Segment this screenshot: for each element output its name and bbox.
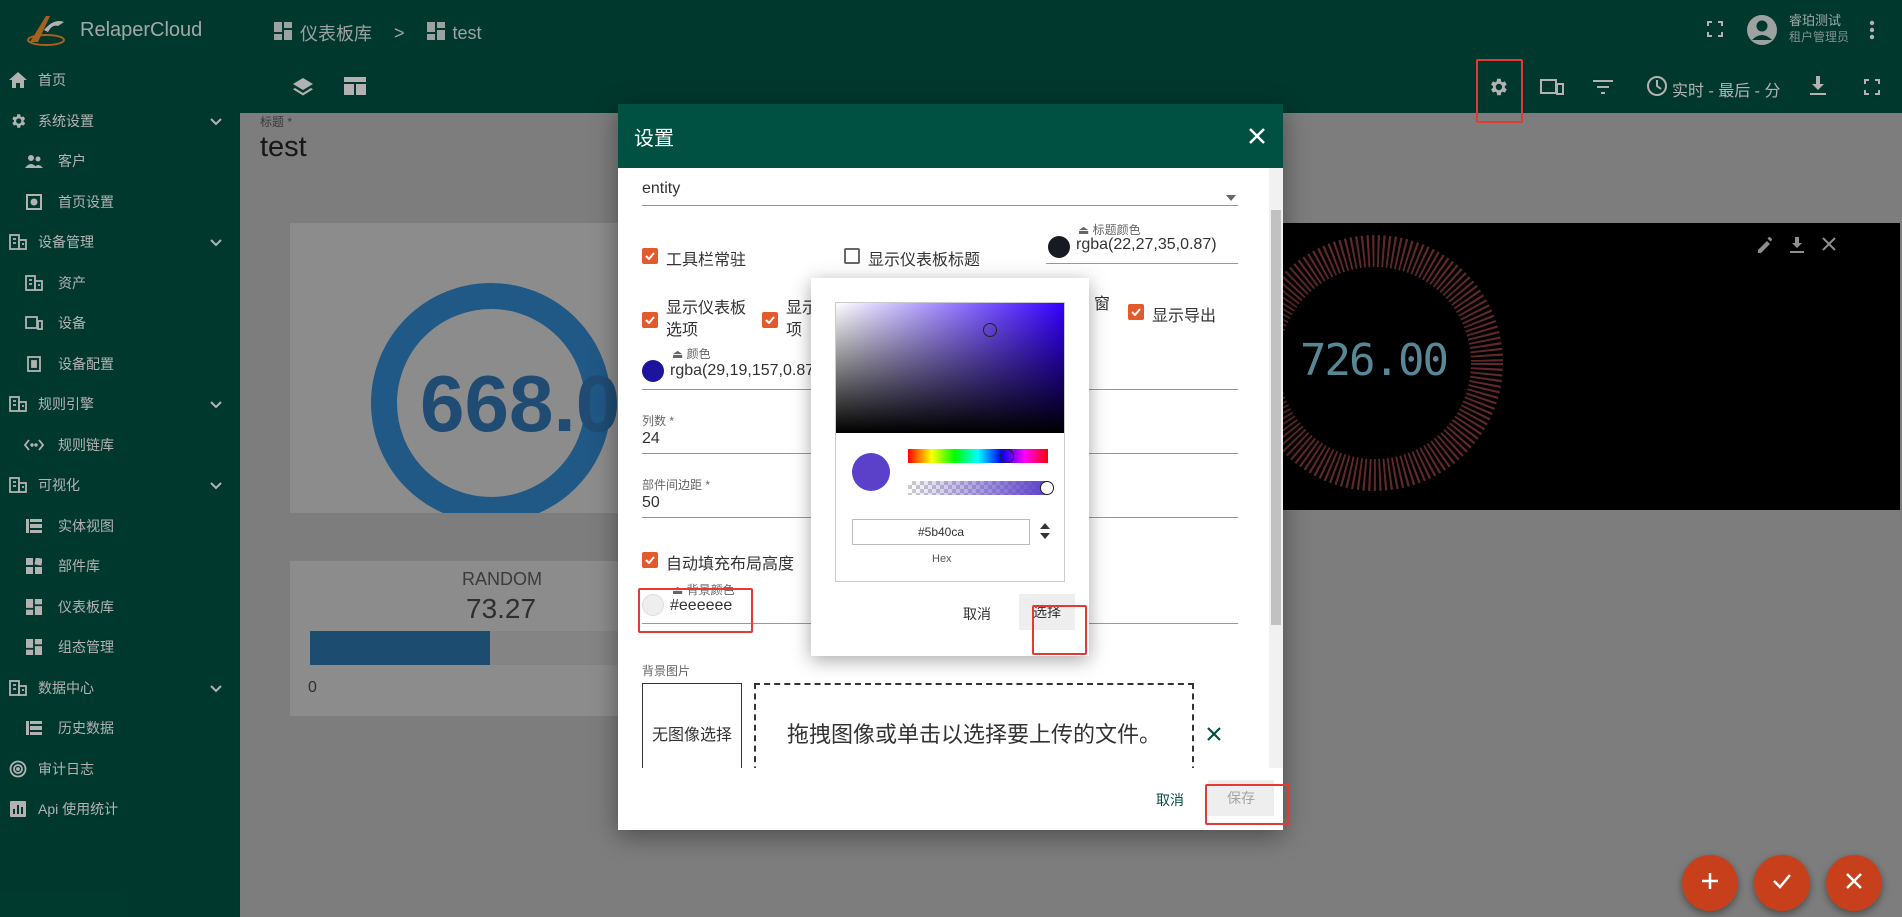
format-toggle-icon[interactable] bbox=[1040, 523, 1050, 544]
checkbox-label: 窗 bbox=[1094, 296, 1111, 313]
dialog-title: 设置 bbox=[634, 127, 674, 150]
checkbox-show-other[interactable]: 显示项 bbox=[762, 298, 818, 342]
checkbox-label-line1: 显示仪表板 bbox=[666, 300, 747, 317]
checkbox-label: 工具栏常驻 bbox=[666, 252, 747, 269]
color-value[interactable]: rgba(29,19,157,0.87) bbox=[670, 362, 819, 380]
title-color-underline bbox=[1046, 263, 1238, 264]
apply-changes-fab[interactable] bbox=[1754, 855, 1810, 911]
close-icon[interactable] bbox=[1245, 124, 1269, 148]
discard-changes-fab[interactable] bbox=[1826, 855, 1882, 911]
check-icon bbox=[642, 248, 658, 264]
highlight-bg-color bbox=[638, 588, 753, 633]
dialog-footer: 取消 保存 bbox=[618, 768, 1283, 830]
checkbox-autofill-height[interactable]: 自动填充布局高度 bbox=[642, 550, 794, 574]
close-icon bbox=[1845, 872, 1863, 895]
color-label-text: 颜色 bbox=[686, 347, 711, 361]
checkbox-show-export[interactable]: 显示导出 bbox=[1128, 302, 1216, 326]
alpha-handle[interactable] bbox=[1040, 481, 1054, 495]
columns-label: 列数 * bbox=[642, 414, 675, 428]
checkbox-label-line2: 项 bbox=[786, 322, 803, 339]
checkbox-show-options[interactable]: 显示仪表板 选项 bbox=[642, 298, 746, 342]
checkbox-toolbar-sticky[interactable]: 工具栏常驻 bbox=[642, 246, 746, 270]
entity-select-value[interactable]: entity bbox=[642, 180, 680, 198]
color-picker-cancel-button[interactable]: 取消 bbox=[963, 604, 991, 624]
entity-underline bbox=[642, 205, 1238, 206]
bg-image-dropzone[interactable]: 拖拽图像或单击以选择要上传的文件。 bbox=[754, 683, 1194, 768]
check-icon bbox=[1128, 304, 1144, 320]
check-icon bbox=[642, 552, 658, 568]
dialog-header: 设置 bbox=[618, 104, 1283, 168]
check-icon bbox=[762, 312, 778, 328]
check-icon bbox=[1772, 873, 1792, 894]
highlight-gear bbox=[1476, 59, 1523, 123]
plus-icon bbox=[1700, 871, 1720, 896]
checkbox-label: 显示仪表板 选项 bbox=[666, 298, 746, 342]
title-color-swatch[interactable] bbox=[1048, 236, 1070, 258]
saturation-area[interactable] bbox=[836, 303, 1064, 433]
dropdown-arrow-icon[interactable] bbox=[1226, 188, 1236, 206]
color-label: ⏏ 颜色 bbox=[672, 347, 711, 361]
color-picker-panel: #5b40ca Hex bbox=[835, 302, 1065, 582]
color-preview bbox=[852, 453, 890, 491]
alpha-slider[interactable] bbox=[908, 481, 1054, 495]
checkbox-show-title[interactable]: 显示仪表板标题 bbox=[844, 246, 980, 270]
hue-slider[interactable] bbox=[908, 449, 1048, 463]
add-widget-fab[interactable] bbox=[1682, 855, 1738, 911]
color-picker-dialog: #5b40ca Hex 取消 选择 bbox=[811, 278, 1089, 656]
bg-image-label: 背景图片 bbox=[642, 664, 691, 678]
checkbox-empty-icon bbox=[844, 248, 860, 264]
color-swatch[interactable] bbox=[642, 360, 664, 382]
checkbox-label-line2: 选项 bbox=[666, 322, 699, 339]
hex-input[interactable]: #5b40ca bbox=[852, 519, 1030, 545]
title-color-label-text: 标题颜色 bbox=[1092, 223, 1141, 237]
hue-handle[interactable] bbox=[1000, 449, 1014, 463]
checkbox-label: 自动填充布局高度 bbox=[666, 556, 795, 573]
highlight-select bbox=[1032, 605, 1087, 655]
hex-label: Hex bbox=[932, 553, 952, 565]
margin-label: 部件间边距 * bbox=[642, 478, 711, 492]
dialog-scrollbar[interactable] bbox=[1269, 168, 1283, 768]
highlight-save bbox=[1205, 784, 1290, 825]
title-color-value[interactable]: rgba(22,27,35,0.87) bbox=[1076, 236, 1217, 254]
checkbox-label: 显示导出 bbox=[1152, 308, 1217, 325]
dialog-cancel-button[interactable]: 取消 bbox=[1156, 790, 1184, 810]
clear-icon[interactable] bbox=[1206, 726, 1222, 747]
alpha-gradient bbox=[908, 481, 1048, 495]
check-icon bbox=[642, 312, 658, 328]
columns-input[interactable]: 24 bbox=[642, 430, 660, 448]
scrollbar-thumb[interactable] bbox=[1271, 210, 1281, 625]
margin-input[interactable]: 50 bbox=[642, 494, 660, 512]
checkbox-label: 显示仪表板标题 bbox=[868, 252, 981, 269]
bg-image-preview: 无图像选择 bbox=[642, 683, 742, 768]
checkbox-window[interactable]: 窗 bbox=[1094, 290, 1110, 314]
saturation-handle[interactable] bbox=[983, 323, 997, 337]
